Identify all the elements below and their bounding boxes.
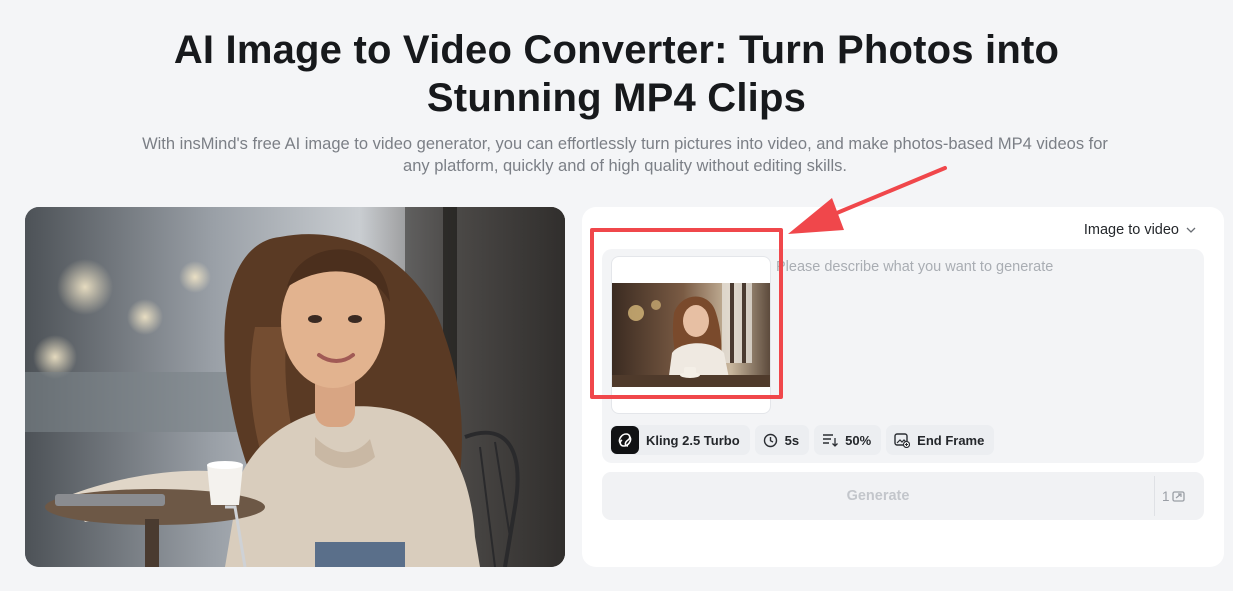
credits-value: 1 (1162, 488, 1170, 504)
model-selector[interactable]: Kling 2.5 Turbo (610, 425, 750, 455)
kling-logo-icon (611, 426, 639, 454)
sliders-icon (823, 434, 839, 447)
generate-row: Generate 1 (602, 472, 1204, 520)
mode-dropdown-label: Image to video (1083, 222, 1179, 238)
page-subtitle: With insMind's free AI image to video ge… (142, 135, 1108, 175)
uploaded-image-slot[interactable] (611, 256, 771, 414)
prompt-placeholder: Please describe what you want to generat… (776, 259, 1054, 275)
sample-photo-illustration (25, 207, 565, 567)
end-frame-button[interactable]: End Frame (886, 425, 995, 455)
clock-icon (763, 433, 777, 447)
uploaded-image-thumbnail (612, 283, 770, 387)
strength-label: 50% (845, 432, 872, 448)
page-title: AI Image to Video Converter: Turn Photos… (0, 26, 1233, 122)
image-frame-icon (894, 432, 911, 448)
title-line-2: Stunning MP4 Clips (426, 76, 807, 120)
title-line-1: AI Image to Video Converter: Turn Photos… (173, 28, 1060, 72)
chevron-down-icon (1186, 227, 1196, 233)
strength-selector[interactable]: 50% (814, 425, 882, 455)
duration-selector[interactable]: 5s (754, 425, 810, 455)
generator-card: Image to video Please describe what you … (582, 207, 1224, 567)
divider (1154, 476, 1155, 516)
sample-photo (25, 207, 565, 567)
generation-options: Kling 2.5 Turbo 5s 50% End Frame (610, 425, 995, 455)
credit-icon (1171, 490, 1185, 502)
end-frame-label: End Frame (917, 432, 985, 448)
credits-cost: 1 (1162, 472, 1186, 520)
generate-button[interactable]: Generate (602, 472, 1154, 520)
mode-dropdown[interactable]: Image to video (1084, 219, 1197, 241)
duration-label: 5s (784, 432, 800, 448)
model-label: Kling 2.5 Turbo (646, 432, 740, 448)
